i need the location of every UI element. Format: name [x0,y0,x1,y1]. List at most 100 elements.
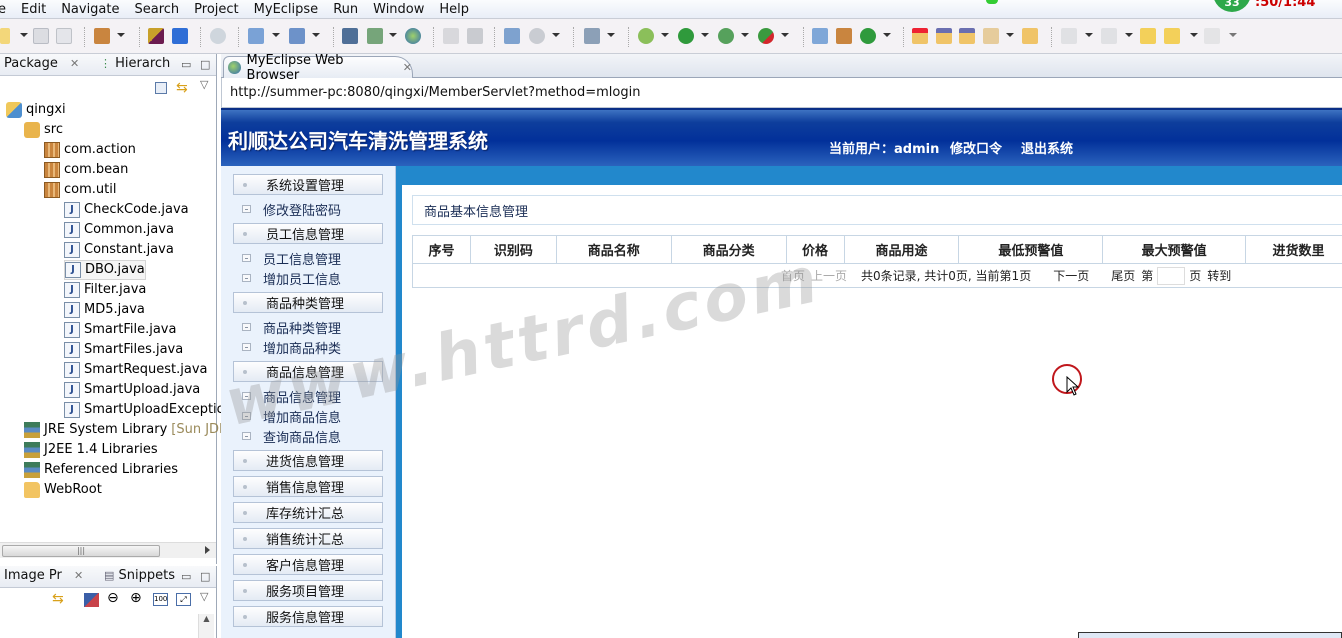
nav-item[interactable]: 增加员工信息 [242,268,341,288]
change-password-link[interactable]: 修改口令 [950,138,1002,157]
dropdown-icon[interactable] [312,33,320,37]
disabled-tool-icon[interactable] [443,28,459,44]
nav-group[interactable]: 员工信息管理 [233,223,383,244]
next-page-link[interactable]: 下一页 [1053,267,1089,284]
dropdown-icon[interactable] [389,33,397,37]
tab-image-preview[interactable]: Image Pr ✕ [4,568,83,583]
nav-item[interactable]: 修改登陆密码 [242,199,341,219]
dropdown-icon[interactable] [552,33,560,37]
horizontal-scrollbar[interactable]: ||| [0,542,216,558]
search-tool-icon[interactable] [983,28,999,44]
link-icon[interactable]: ⇆ [52,591,64,607]
tree-item[interactable]: J Constant.java [64,240,174,260]
menu-project[interactable]: Project [194,2,238,17]
open-resource-icon[interactable] [936,28,952,44]
back-arrow-icon[interactable] [1164,28,1180,44]
nav-group[interactable]: 进货信息管理 [233,450,383,471]
dropdown-icon[interactable] [272,33,280,37]
vertical-scrollbar[interactable]: ▲ [198,614,214,638]
run-history-icon[interactable] [718,28,734,44]
dropdown-icon[interactable] [607,33,615,37]
menu-edit[interactable]: Edit [21,2,46,17]
last-edit-location-icon[interactable] [1140,28,1156,44]
report-preview-icon[interactable] [529,28,545,44]
minimize-icon[interactable]: ▭ [181,570,191,583]
scroll-right-icon[interactable] [205,546,210,554]
minimize-icon[interactable]: ▭ [181,58,191,71]
edit-image-icon[interactable] [84,593,99,607]
web-service-icon[interactable] [210,28,226,44]
page-number-input[interactable] [1157,266,1186,285]
close-icon[interactable]: ✕ [403,61,412,74]
open-folder-icon[interactable] [1022,28,1038,44]
new-bean-icon[interactable] [172,28,188,44]
dropdown-icon[interactable] [117,33,125,37]
run-server-icon[interactable] [367,28,383,44]
tree-item[interactable]: Referenced Libraries [24,460,178,480]
new-class-icon[interactable] [860,28,876,44]
tree-item[interactable]: com.action [44,140,136,160]
nav-item[interactable]: 查询商品信息 [242,426,341,446]
logout-link[interactable]: 退出系统 [1021,138,1073,157]
tree-item[interactable]: com.util [44,180,116,200]
last-page-link[interactable]: 尾页 [1111,267,1135,284]
view-menu-icon[interactable]: ▽ [200,590,208,603]
nav-group[interactable]: 客户信息管理 [233,554,383,575]
tab-web-browser[interactable]: MyEclipse Web Browser ✕ [223,53,413,83]
tree-item[interactable]: J SmartFiles.java [64,340,183,360]
prev-page-link[interactable]: 上一页 [811,267,847,284]
nav-group[interactable]: 销售统计汇总 [233,528,383,549]
run-icon[interactable] [678,28,694,44]
dropdown-icon[interactable] [1085,33,1093,37]
print-icon[interactable] [56,28,72,44]
new-ejb-icon[interactable] [148,28,164,44]
tree-item[interactable]: J CheckCode.java [64,200,189,220]
close-icon[interactable]: ✕ [74,569,83,582]
nav-group[interactable]: 商品种类管理 [233,292,383,313]
disabled-tool-icon[interactable] [467,28,483,44]
tab-snippets[interactable]: ▤ Snippets [104,568,175,583]
dropdown-icon[interactable] [661,33,669,37]
dropdown-icon[interactable] [701,33,709,37]
tree-item[interactable]: com.bean [44,160,128,180]
back-dropdown-icon[interactable] [1190,33,1198,37]
maximize-icon[interactable]: □ [200,58,210,71]
server-icon[interactable] [289,28,305,44]
tree-item[interactable]: J SmartUpload.java [64,380,200,400]
nav-item[interactable]: 增加商品信息 [242,406,341,426]
next-annotation-icon[interactable] [1061,28,1077,44]
open-browser-icon[interactable] [405,28,421,44]
nav-group[interactable]: 商品信息管理 [233,361,383,382]
tree-item[interactable]: qingxi [6,100,66,120]
menu-file[interactable]: e [0,2,6,17]
tree-item[interactable]: src [24,120,63,140]
nav-item[interactable]: 商品信息管理 [242,386,341,406]
actual-size-icon[interactable]: 100 [153,593,168,606]
goto-button[interactable]: 转到 [1207,267,1231,284]
nav-item[interactable]: 员工信息管理 [242,248,341,268]
new-web-project-icon[interactable] [94,28,110,44]
nav-group[interactable]: 服务项目管理 [233,580,383,601]
new-report-icon[interactable] [504,28,520,44]
fit-icon[interactable]: ⤢ [176,593,191,606]
nav-item[interactable]: 商品种类管理 [242,317,341,337]
dropdown-icon[interactable] [1006,33,1014,37]
menu-navigate[interactable]: Navigate [61,2,119,17]
tree-item[interactable]: J Common.java [64,220,174,240]
manage-deployments-icon[interactable] [342,28,358,44]
tree-item[interactable]: J SmartRequest.java [64,360,208,380]
new-package-icon[interactable] [836,28,852,44]
tree-item[interactable]: J2EE 1.4 Libraries [24,440,158,460]
new-icon[interactable] [0,28,10,44]
menu-search[interactable]: Search [135,2,180,17]
new-dropdown-icon[interactable] [20,33,28,37]
new-java-project-icon[interactable] [812,28,828,44]
nav-group[interactable]: 库存统计汇总 [233,502,383,523]
debug-icon[interactable] [638,28,654,44]
deploy-icon[interactable] [248,28,264,44]
link-with-editor-icon[interactable]: ⇆ [176,80,188,96]
nav-item[interactable]: 增加商品种类 [242,337,341,357]
dropdown-icon[interactable] [781,33,789,37]
tree-item[interactable]: WebRoot [24,480,102,500]
maximize-icon[interactable]: □ [200,570,210,583]
